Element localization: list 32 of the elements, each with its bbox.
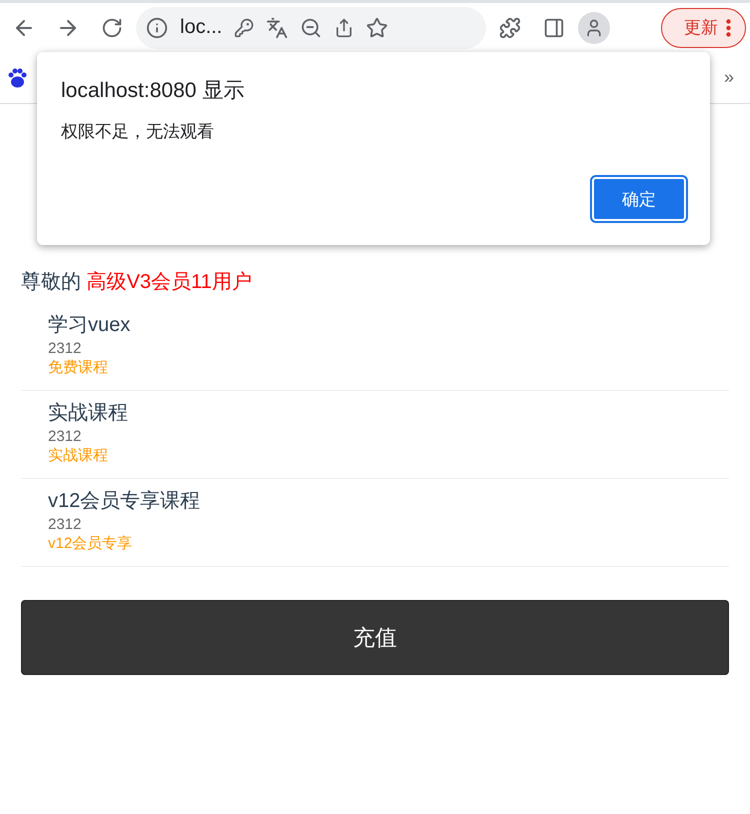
course-title: 实战课程 <box>48 401 129 426</box>
course-title: v12会员专享课程 <box>48 489 202 514</box>
dialog-message: 权限不足，无法观看 <box>61 121 215 143</box>
dialog-title: localhost:8080 显示 <box>61 78 246 104</box>
course-code: 2312 <box>48 515 82 534</box>
bookmarks-overflow[interactable]: » <box>724 67 734 88</box>
recharge-button[interactable]: 充值 <box>21 600 729 675</box>
info-icon[interactable] <box>146 16 168 38</box>
key-icon[interactable] <box>234 18 254 38</box>
more-icon <box>726 18 731 36</box>
course-item[interactable]: 学习vuex 2312 免费课程 <box>21 303 729 391</box>
course-code: 2312 <box>48 339 82 358</box>
course-title: 学习vuex <box>48 313 132 338</box>
puzzle-icon <box>499 16 521 38</box>
greeting-text: 尊敬的 高级V3会员11用户 <box>21 270 253 295</box>
course-tag: 实战课程 <box>48 446 729 466</box>
star-icon[interactable] <box>366 16 388 38</box>
course-code: 2312 <box>48 427 82 446</box>
course-item[interactable]: v12会员专享课程 2312 v12会员专享 <box>21 479 729 567</box>
ok-button[interactable]: 确定 <box>592 177 686 221</box>
update-button[interactable]: 更新 <box>661 8 746 48</box>
course-tag: 免费课程 <box>48 358 729 378</box>
share-icon[interactable] <box>334 18 354 38</box>
reload-icon <box>101 16 123 38</box>
profile-icon[interactable] <box>578 12 610 44</box>
paw-icon[interactable] <box>6 66 28 88</box>
translate-icon[interactable] <box>266 16 288 38</box>
course-item[interactable]: 实战课程 2312 实战课程 <box>21 391 729 479</box>
address-field[interactable]: loc... <box>180 16 222 39</box>
course-tag: v12会员专享 <box>48 534 729 554</box>
side-panel-icon <box>543 16 565 38</box>
zoom-out-icon[interactable] <box>300 16 322 38</box>
